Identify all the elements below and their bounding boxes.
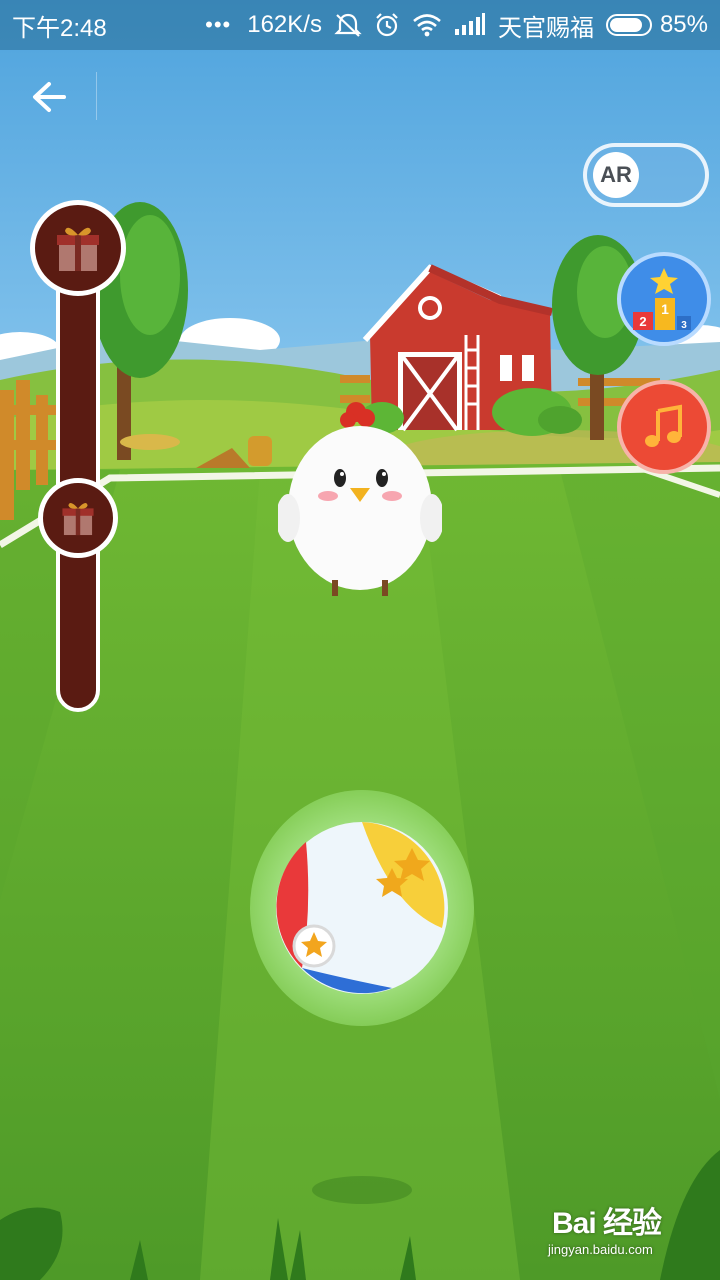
ar-toggle-knob: AR — [593, 152, 639, 198]
podium-icon: 1 2 3 — [633, 268, 691, 331]
watermark-url: jingyan.baidu.com — [548, 1242, 653, 1257]
reward-milestone-mid — [38, 478, 118, 558]
beach-ball-icon — [276, 822, 448, 994]
network-speed: 162K/s — [247, 11, 322, 38]
music-note-icon — [645, 404, 682, 447]
back-arrow-icon — [33, 82, 66, 112]
svg-text:2: 2 — [639, 314, 646, 329]
carrier-name: 天官赐福 — [497, 14, 594, 42]
throw-ball-button[interactable] — [250, 790, 474, 1026]
status-time: 下午2:48 — [12, 14, 107, 42]
status-bar: 下午2:48 ••• 162K/s 天官赐福 85% — [0, 0, 720, 50]
nav-divider — [96, 72, 97, 120]
svg-text:1: 1 — [661, 301, 669, 317]
gift-icon — [57, 227, 99, 271]
status-more: ••• — [205, 12, 232, 37]
ar-label: AR — [600, 162, 632, 187]
gift-icon — [62, 503, 94, 536]
watermark-logo: Bai 经验 — [552, 1207, 662, 1240]
battery-fill — [609, 18, 643, 32]
wifi-icon — [412, 13, 442, 37]
svg-text:3: 3 — [681, 320, 687, 331]
music-button[interactable] — [617, 380, 711, 474]
reward-milestone-top — [30, 200, 126, 296]
mute-icon — [334, 12, 362, 38]
back-button[interactable] — [22, 70, 76, 124]
chicken-icon — [276, 402, 444, 596]
chicken-pet[interactable] — [276, 398, 444, 598]
battery-percent: 85% — [659, 11, 708, 38]
battery-indicator: 85% — [605, 11, 708, 39]
alarm-icon — [374, 12, 400, 38]
ar-toggle[interactable]: AR — [583, 143, 709, 207]
battery-icon — [605, 14, 652, 36]
leaderboard-button[interactable]: 1 2 3 — [617, 252, 711, 346]
signal-icon — [454, 13, 486, 37]
baidu-watermark: Bai 经验 jingyan.baidu.com — [548, 1198, 718, 1268]
